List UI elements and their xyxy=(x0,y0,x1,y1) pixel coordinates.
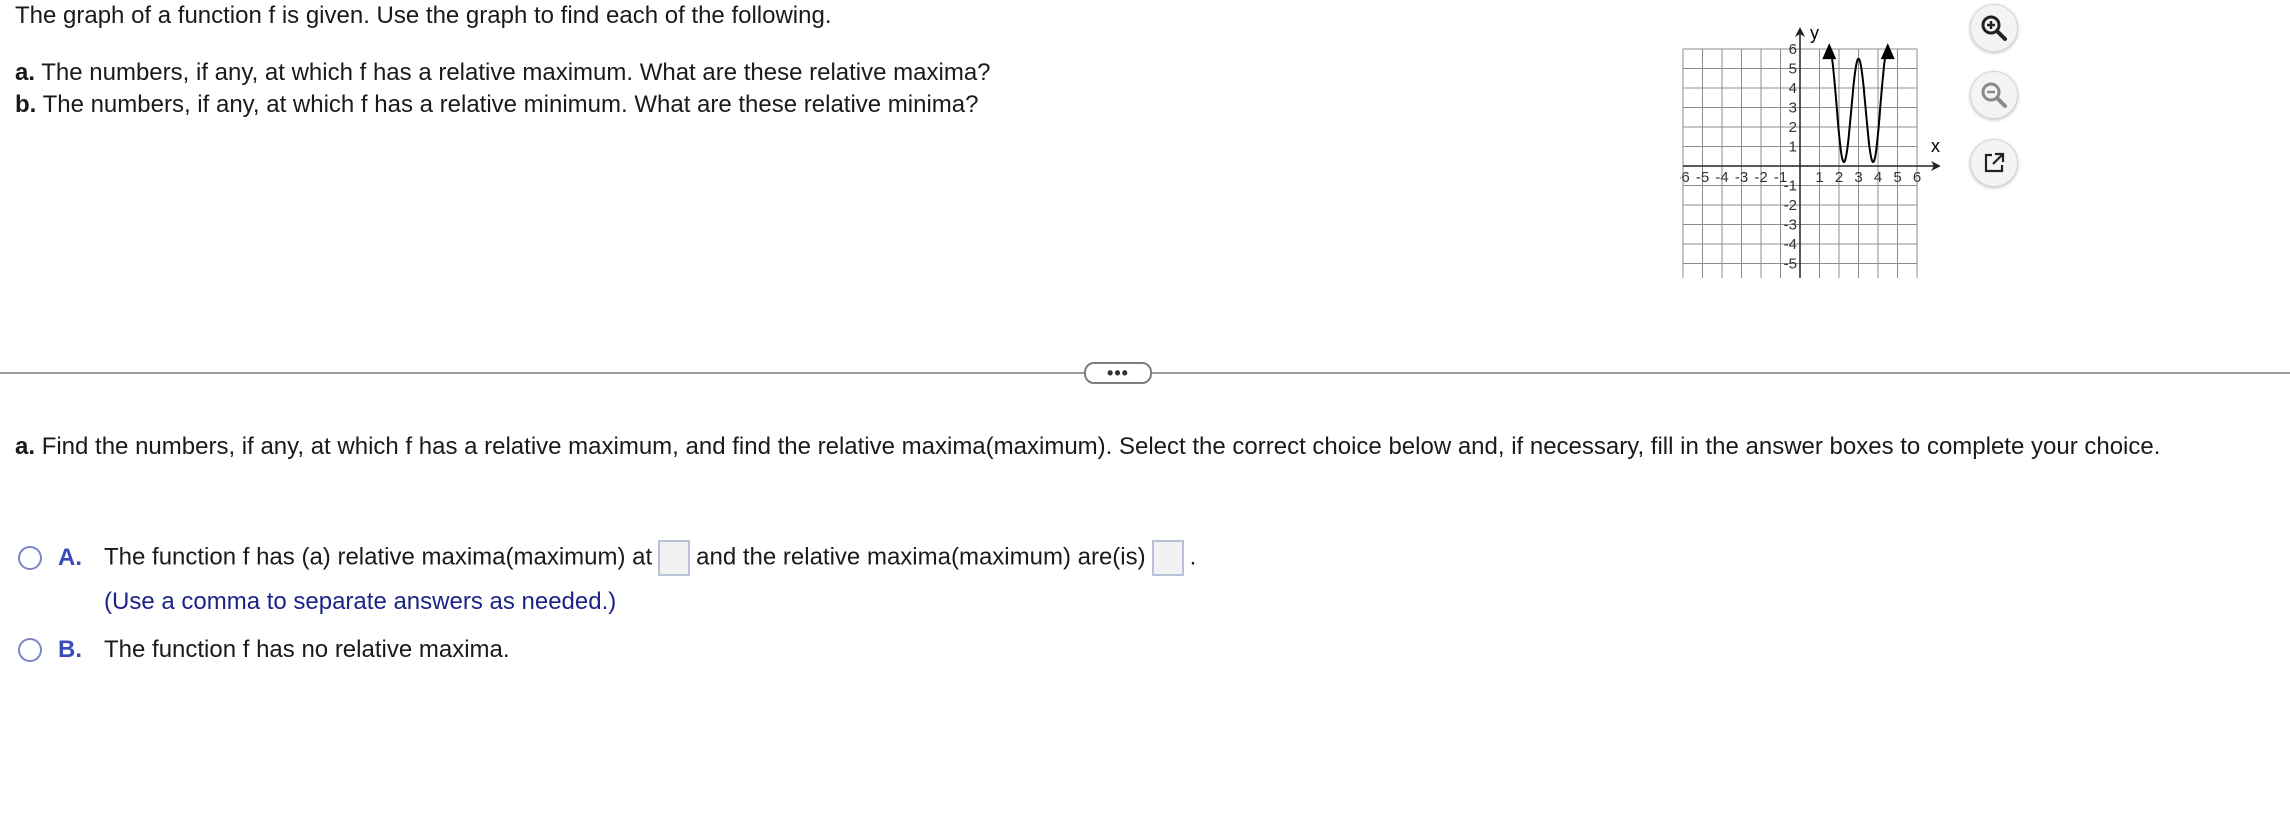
x-tick-label: 5 xyxy=(1893,169,1901,186)
x-tick-label: -5 xyxy=(1696,169,1709,186)
x-tick-label: -3 xyxy=(1735,169,1748,186)
choice-b[interactable]: B. The function f has no relative maxima… xyxy=(18,636,818,672)
choice-a-text-before: The function f has (a) relative maxima(m… xyxy=(104,543,653,571)
popout-button[interactable] xyxy=(1970,139,2018,187)
choice-a-hint: (Use a comma to separate answers as need… xyxy=(104,588,617,615)
part-a-instruction-label: a. xyxy=(15,433,36,460)
zoom-out-button[interactable] xyxy=(1970,71,2018,119)
y-tick-label: 4 xyxy=(1789,80,1797,97)
choice-b-radio[interactable] xyxy=(18,638,42,662)
zoom-in-button[interactable] xyxy=(1970,4,2018,52)
part-a-instruction-text: Find the numbers, if any, at which f has… xyxy=(41,433,2161,460)
x-tick-label: -6 xyxy=(1680,169,1690,186)
x-tick-label: -4 xyxy=(1715,169,1728,186)
part-b-text: The numbers, if any, at which f has a re… xyxy=(42,91,979,118)
x-axis-label: x xyxy=(1931,136,1940,156)
function-graph: -6-5-4-3-2-1123456654321-1-2-3-4-5-6 x y xyxy=(1676,8,1941,292)
y-tick-label: 6 xyxy=(1789,41,1797,58)
y-tick-label: -2 xyxy=(1784,197,1797,214)
zoom-in-icon xyxy=(1981,15,2007,41)
x-tick-label: 3 xyxy=(1854,169,1862,186)
choice-b-letter: B. xyxy=(58,636,82,663)
part-a-text: The numbers, if any, at which f has a re… xyxy=(41,59,991,86)
choice-a-radio[interactable] xyxy=(18,546,42,570)
y-tick-label: 5 xyxy=(1789,61,1797,78)
x-tick-label: -2 xyxy=(1754,169,1767,186)
x-tick-label: 6 xyxy=(1913,169,1921,186)
curve-end-arrow xyxy=(1822,43,1837,60)
y-tick-label: 2 xyxy=(1789,119,1797,136)
x-tick-label: 2 xyxy=(1835,169,1843,186)
divider-handle[interactable]: ••• xyxy=(1084,362,1152,384)
question-part-a: a. The numbers, if any, at which f has a… xyxy=(15,57,991,89)
maximum-value-input[interactable] xyxy=(1151,540,1184,576)
part-b-label: b. xyxy=(15,91,37,118)
choice-a-text: The function f has (a) relative maxima(m… xyxy=(104,540,1196,576)
choice-a-text-middle: and the relative maxima(maximum) are(is) xyxy=(696,543,1146,571)
y-axis-label: y xyxy=(1810,23,1819,43)
x-tick-label: 4 xyxy=(1874,169,1882,186)
choice-a-letter: A. xyxy=(58,544,82,571)
y-tick-label: -4 xyxy=(1784,236,1797,253)
zoom-out-icon xyxy=(1981,82,2007,108)
maximum-location-input[interactable] xyxy=(658,540,691,576)
choice-b-text: The function f has no relative maxima. xyxy=(104,636,510,663)
y-tick-label: 1 xyxy=(1789,139,1797,156)
part-a-instruction: a. Find the numbers, if any, at which f … xyxy=(15,430,2275,463)
y-tick-label: 3 xyxy=(1789,100,1797,117)
y-tick-label: -1 xyxy=(1784,178,1797,195)
curve-end-arrow xyxy=(1880,43,1895,60)
x-tick-label: 1 xyxy=(1815,169,1823,186)
choice-a-text-end: . xyxy=(1189,543,1197,571)
question-intro: The graph of a function f is given. Use … xyxy=(15,2,832,29)
question-part-b: b. The numbers, if any, at which f has a… xyxy=(15,89,979,121)
y-tick-label: -5 xyxy=(1784,256,1797,273)
choice-a[interactable]: A. The function f has (a) relative maxim… xyxy=(18,540,1418,584)
y-tick-label: -3 xyxy=(1784,217,1797,234)
y-tick-label: -6 xyxy=(1784,275,1797,278)
popout-icon xyxy=(1984,152,2005,173)
part-a-label: a. xyxy=(15,59,36,86)
graph-svg: -6-5-4-3-2-1123456654321-1-2-3-4-5-6 x y xyxy=(1676,23,1941,292)
